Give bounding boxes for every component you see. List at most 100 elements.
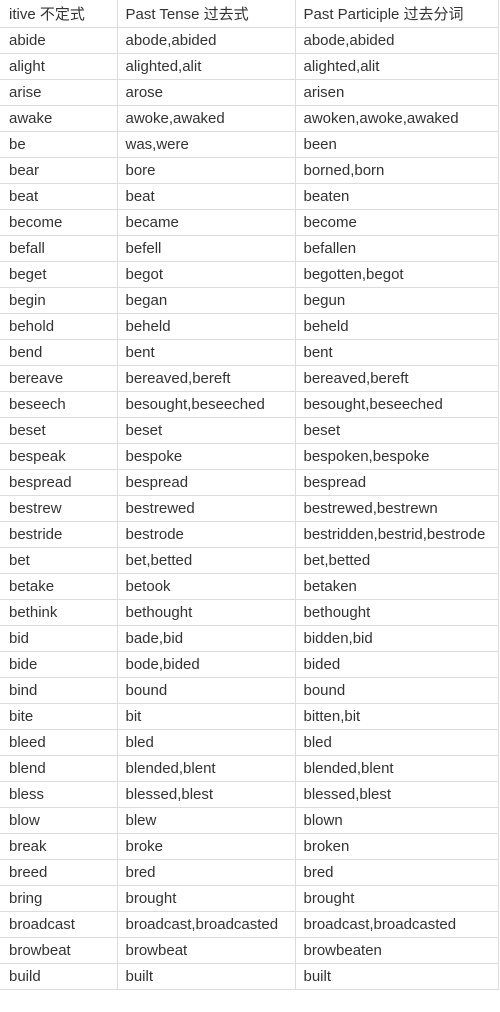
past-tense-cell: arose	[116, 79, 296, 106]
past-participle-cell: bidden,bid	[294, 625, 499, 652]
table-row: befall befell befallen	[0, 235, 499, 262]
infinitive-cell: bless	[0, 781, 118, 808]
past-tense-cell: blended,blent	[116, 755, 296, 782]
past-tense-cell: began	[116, 287, 296, 314]
past-participle-cell: bestrewed,bestrewn	[294, 495, 499, 522]
infinitive-cell: breed	[0, 859, 118, 886]
past-tense-cell: bent	[116, 339, 296, 366]
past-tense-cell: befell	[116, 235, 296, 262]
past-participle-cell: betaken	[294, 573, 499, 600]
past-tense-cell: beat	[116, 183, 296, 210]
past-participle-cell: bred	[294, 859, 499, 886]
infinitive-cell: befall	[0, 235, 118, 262]
past-tense-cell: bet,betted	[116, 547, 296, 574]
past-participle-cell: arisen	[294, 79, 499, 106]
past-tense-cell: betook	[116, 573, 296, 600]
past-participle-cell: blended,blent	[294, 755, 499, 782]
table-row: bereave bereaved,bereft bereaved,bereft	[0, 365, 499, 392]
table-row: abide abode,abided abode,abided	[0, 27, 499, 54]
table-row: bethink bethought bethought	[0, 599, 499, 626]
table-row: build built built	[0, 963, 499, 990]
infinitive-cell: beat	[0, 183, 118, 210]
table-row: bring brought brought	[0, 885, 499, 912]
table-row: browbeat browbeat browbeaten	[0, 937, 499, 964]
infinitive-cell: bid	[0, 625, 118, 652]
past-participle-cell: been	[294, 131, 499, 158]
infinitive-cell: beset	[0, 417, 118, 444]
infinitive-cell: begin	[0, 287, 118, 314]
past-participle-cell: bled	[294, 729, 499, 756]
infinitive-cell: blend	[0, 755, 118, 782]
table-row: break broke broken	[0, 833, 499, 860]
infinitive-cell: bite	[0, 703, 118, 730]
past-participle-cell: bided	[294, 651, 499, 678]
past-tense-cell: became	[116, 209, 296, 236]
past-participle-cell: blessed,blest	[294, 781, 499, 808]
past-tense-cell: bade,bid	[116, 625, 296, 652]
past-tense-cell: bespoke	[116, 443, 296, 470]
infinitive-cell: broadcast	[0, 911, 118, 938]
header-row: itive 不定式 Past Tense 过去式 Past Participle…	[0, 0, 499, 28]
past-tense-cell: beheld	[116, 313, 296, 340]
infinitive-cell: bend	[0, 339, 118, 366]
past-participle-cell: bereaved,bereft	[294, 365, 499, 392]
past-participle-cell: brought	[294, 885, 499, 912]
past-tense-cell: abode,abided	[116, 27, 296, 54]
table-row: behold beheld beheld	[0, 313, 499, 340]
past-participle-cell: abode,abided	[294, 27, 499, 54]
table-row: bless blessed,blest blessed,blest	[0, 781, 499, 808]
infinitive-cell: behold	[0, 313, 118, 340]
past-tense-cell: brought	[116, 885, 296, 912]
table-row: betake betook betaken	[0, 573, 499, 600]
infinitive-cell: bear	[0, 157, 118, 184]
table-row: bite bit bitten,bit	[0, 703, 499, 730]
infinitive-cell: bind	[0, 677, 118, 704]
table-row: bestrew bestrewed bestrewed,bestrewn	[0, 495, 499, 522]
infinitive-cell: arise	[0, 79, 118, 106]
table-row: bet bet,betted bet,betted	[0, 547, 499, 574]
past-tense-cell: bred	[116, 859, 296, 886]
past-participle-cell: beset	[294, 417, 499, 444]
past-participle-cell: built	[294, 963, 499, 990]
table-row: arise arose arisen	[0, 79, 499, 106]
infinitive-cell: bestride	[0, 521, 118, 548]
infinitive-cell: be	[0, 131, 118, 158]
past-tense-cell: broke	[116, 833, 296, 860]
header-past-participle: Past Participle 过去分词	[294, 0, 499, 28]
table-row: bind bound bound	[0, 677, 499, 704]
past-participle-cell: bespoken,bespoke	[294, 443, 499, 470]
table-row: blend blended,blent blended,blent	[0, 755, 499, 782]
infinitive-cell: betake	[0, 573, 118, 600]
infinitive-cell: beseech	[0, 391, 118, 418]
table-row: be was,were been	[0, 131, 499, 158]
past-participle-cell: bethought	[294, 599, 499, 626]
past-tense-cell: begot	[116, 261, 296, 288]
past-participle-cell: browbeaten	[294, 937, 499, 964]
past-tense-cell: bore	[116, 157, 296, 184]
past-tense-cell: bit	[116, 703, 296, 730]
past-participle-cell: bet,betted	[294, 547, 499, 574]
past-tense-cell: bestrode	[116, 521, 296, 548]
irregular-verbs-table: itive 不定式 Past Tense 过去式 Past Participle…	[0, 0, 499, 990]
past-tense-cell: built	[116, 963, 296, 990]
infinitive-cell: browbeat	[0, 937, 118, 964]
past-participle-cell: befallen	[294, 235, 499, 262]
past-tense-cell: beset	[116, 417, 296, 444]
table-row: beget begot begotten,begot	[0, 261, 499, 288]
table-row: breed bred bred	[0, 859, 499, 886]
infinitive-cell: awake	[0, 105, 118, 132]
table-row: blow blew blown	[0, 807, 499, 834]
infinitive-cell: alight	[0, 53, 118, 80]
table-row: bespread bespread bespread	[0, 469, 499, 496]
past-participle-cell: broadcast,broadcasted	[294, 911, 499, 938]
past-participle-cell: beheld	[294, 313, 499, 340]
infinitive-cell: bestrew	[0, 495, 118, 522]
table-row: beat beat beaten	[0, 183, 499, 210]
table-row: awake awoke,awaked awoken,awoke,awaked	[0, 105, 499, 132]
past-participle-cell: begun	[294, 287, 499, 314]
infinitive-cell: break	[0, 833, 118, 860]
infinitive-cell: bethink	[0, 599, 118, 626]
past-tense-cell: was,were	[116, 131, 296, 158]
past-tense-cell: bestrewed	[116, 495, 296, 522]
table-row: bid bade,bid bidden,bid	[0, 625, 499, 652]
